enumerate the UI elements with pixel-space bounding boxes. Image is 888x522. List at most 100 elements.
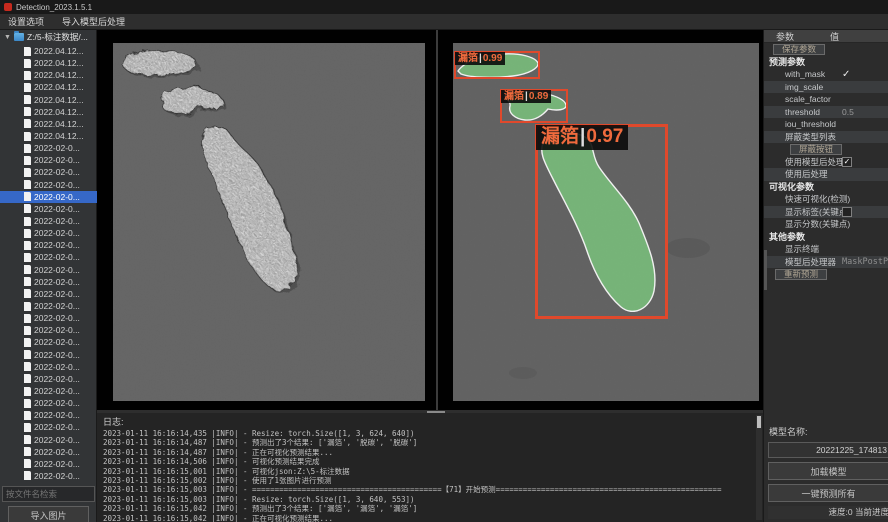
tree-item[interactable]: 2022-02-0...: [0, 264, 97, 276]
predict-all-button[interactable]: 一键预测所有: [768, 484, 888, 502]
tree-item[interactable]: 2022-02-0...: [0, 276, 97, 288]
file-icon: [24, 253, 31, 262]
raw-image-canvas[interactable]: [113, 43, 425, 401]
tree-item[interactable]: 2022-02-0...: [0, 288, 97, 300]
model-name-label: 模型名称:: [764, 425, 888, 438]
tree-item[interactable]: 2022-02-0...: [0, 227, 97, 239]
tree-item-label: 2022-02-0...: [34, 447, 80, 457]
tree-item[interactable]: 2022-02-0...: [0, 458, 97, 470]
tree-item[interactable]: 2022-02-0...: [0, 215, 97, 227]
tree-item[interactable]: 2022-02-0...: [0, 409, 97, 421]
model-name-field[interactable]: 20221225_174813: [768, 442, 888, 458]
tree-item[interactable]: 2022-02-0...: [0, 373, 97, 385]
prediction-image-canvas[interactable]: 漏箔|0.99 漏箔|0.89 漏箔|0.97: [453, 43, 759, 401]
param-button[interactable]: 重新预测: [775, 269, 827, 280]
menu-item-settings[interactable]: 设置选项: [8, 15, 44, 28]
param-row[interactable]: 使用后处理: [764, 168, 888, 181]
tree-item-label: 2022-02-0...: [34, 192, 80, 202]
tree-item[interactable]: 2022-02-0...: [0, 349, 97, 361]
tree-root-label: Z:/5-标注数据/...: [27, 31, 88, 43]
param-group-header: 预测参数: [764, 56, 888, 69]
tree-item-label: 2022.04.12...: [34, 46, 84, 56]
import-image-button[interactable]: 导入图片: [8, 506, 89, 522]
file-icon: [24, 95, 31, 104]
tree-item[interactable]: 2022-02-0...: [0, 385, 97, 397]
tree-item-label: 2022-02-0...: [34, 459, 80, 469]
tree-item[interactable]: 2022-02-0...: [0, 312, 97, 324]
tree-item[interactable]: 2022-02-0...: [0, 191, 97, 203]
tree-item[interactable]: 2022-02-0...: [0, 166, 97, 178]
tree-item[interactable]: 2022-02-0...: [0, 421, 97, 433]
tree-item[interactable]: 2022-02-0...: [0, 300, 97, 312]
tree-item[interactable]: 2022-02-0...: [0, 251, 97, 263]
tree-item[interactable]: 2022.04.12...: [0, 81, 97, 93]
load-model-button[interactable]: 加载模型: [768, 462, 888, 480]
param-value[interactable]: MaskPostPro: [842, 257, 888, 267]
tree-item-label: 2022-02-0...: [34, 252, 80, 262]
tree-item[interactable]: 2022.04.12...: [0, 69, 97, 81]
param-button[interactable]: 屏蔽按钮: [790, 144, 842, 155]
param-row[interactable]: threshold0.5: [764, 106, 888, 119]
search-input[interactable]: [2, 486, 95, 502]
param-label: with_mask: [764, 69, 825, 79]
log-line: 2023-01-11 16:16:14,487 |INFO| - 正在可视化预测…: [103, 448, 763, 457]
tree-item-label: 2022-02-0...: [34, 325, 80, 335]
tree-item[interactable]: 2022-02-0...: [0, 397, 97, 409]
tree-item[interactable]: 2022-02-0...: [0, 154, 97, 166]
tree-item[interactable]: 2022-02-0...: [0, 434, 97, 446]
tree-item[interactable]: 2022.04.12...: [0, 94, 97, 106]
param-row[interactable]: 显示标签(关键点): [764, 206, 888, 219]
tree-item[interactable]: 2022-02-0...: [0, 361, 97, 373]
tree-item[interactable]: 2022.04.12...: [0, 118, 97, 130]
tree-item[interactable]: 2022-02-0...: [0, 142, 97, 154]
log-scrollbar[interactable]: [756, 415, 762, 520]
param-label: 使用后处理: [764, 168, 828, 180]
param-row[interactable]: iou_threshold: [764, 118, 888, 131]
viewer-divider[interactable]: [436, 30, 438, 411]
chevron-down-icon[interactable]: ▼: [4, 34, 11, 41]
tree-root-node[interactable]: ▼ Z:/5-标注数据/...: [0, 30, 96, 44]
tree-item[interactable]: 2022.04.12...: [0, 57, 97, 69]
tree-item[interactable]: 2022-02-0...: [0, 179, 97, 191]
detection-label-3: 漏箔|0.97: [536, 125, 628, 150]
file-icon: [24, 387, 31, 396]
tree-item[interactable]: 2022-02-0...: [0, 324, 97, 336]
tree-item[interactable]: 2022-02-0...: [0, 470, 97, 482]
file-icon: [24, 411, 31, 420]
tree-item[interactable]: 2022-02-0...: [0, 446, 97, 458]
param-action-row: 重新预测: [764, 268, 888, 281]
checkbox-icon[interactable]: [842, 207, 852, 217]
tree-item[interactable]: 2022.04.12...: [0, 45, 97, 57]
params-scrollbar[interactable]: [764, 250, 767, 290]
file-icon: [24, 192, 31, 201]
param-row[interactable]: 显示终端: [764, 243, 888, 256]
file-icon: [24, 180, 31, 189]
param-group-header: 可视化参数: [764, 181, 888, 194]
tree-item-label: 2022-02-0...: [34, 422, 80, 432]
check-icon[interactable]: ✓: [842, 69, 850, 80]
tree-item-label: 2022-02-0...: [34, 386, 80, 396]
param-row[interactable]: 快速可视化(检测): [764, 193, 888, 206]
param-value[interactable]: 0.5: [842, 107, 854, 117]
param-row[interactable]: with_mask ✓: [764, 68, 888, 81]
tree-item[interactable]: 2022-02-0...: [0, 336, 97, 348]
tree-item-label: 2022-02-0...: [34, 216, 80, 226]
tree-item[interactable]: 2022-02-0...: [0, 203, 97, 215]
tree-item[interactable]: 2022.04.12...: [0, 106, 97, 118]
menu-item-import-postprocess[interactable]: 导入模型后处理: [62, 15, 125, 28]
tree-item[interactable]: 2022-02-0...: [0, 239, 97, 251]
param-row[interactable]: scale_factor: [764, 93, 888, 106]
param-row[interactable]: 显示分数(关键点): [764, 218, 888, 231]
param-row[interactable]: 使用模型后处理✓: [764, 156, 888, 169]
progress-status: 速度:0 当前进度: [768, 506, 888, 519]
param-row[interactable]: img_scale: [764, 81, 888, 94]
checkbox-icon[interactable]: ✓: [842, 157, 852, 167]
param-row[interactable]: 屏蔽类型列表: [764, 131, 888, 144]
tree-item-label: 2022-02-0...: [34, 398, 80, 408]
file-icon: [24, 338, 31, 347]
param-row[interactable]: 模型后处理器MaskPostPro: [764, 256, 888, 269]
log-scrollbar-thumb[interactable]: [757, 416, 761, 428]
tree-item-label: 2022.04.12...: [34, 82, 84, 92]
tree-item[interactable]: 2022.04.12...: [0, 130, 97, 142]
param-button[interactable]: 保存参数: [773, 44, 825, 55]
